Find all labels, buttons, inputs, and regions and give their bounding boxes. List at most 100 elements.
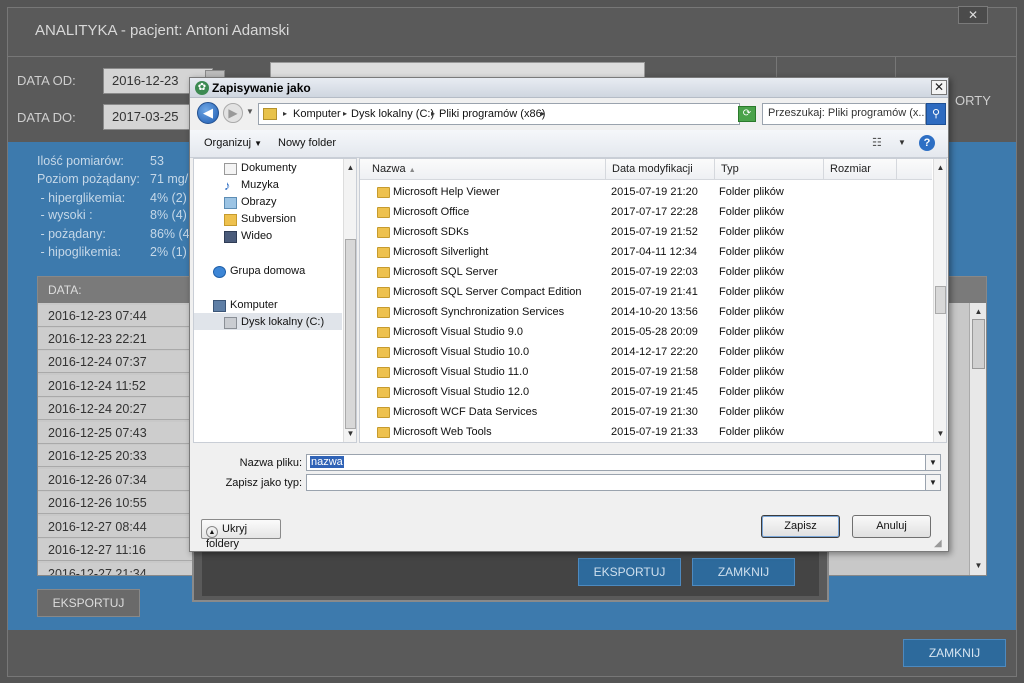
file-date: 2014-12-17 22:20 — [611, 346, 698, 358]
folder-icon — [377, 187, 390, 198]
new-folder-button[interactable]: Nowy folder — [278, 137, 336, 149]
export-button[interactable]: EKSPORTUJ — [37, 589, 140, 617]
navigation-pane: Dokumenty ♪ Muzyka Obrazy Subversion Wid… — [193, 158, 357, 443]
forward-arrow-icon[interactable]: ▶ — [223, 103, 243, 123]
scroll-up-icon[interactable]: ▲ — [972, 305, 985, 318]
file-type: Folder plików — [719, 226, 784, 238]
chevron-right-icon[interactable]: ▸ — [283, 109, 287, 118]
filetype-select[interactable] — [306, 474, 941, 491]
nav-scrollbar[interactable]: ▲ ▼ — [343, 159, 356, 442]
app-close-button[interactable]: ✕ — [958, 6, 988, 24]
scroll-down-icon[interactable]: ▼ — [934, 427, 946, 440]
search-input[interactable]: Przeszukaj: Pliki programów (x... — [762, 103, 926, 125]
table-row[interactable]: 2016-12-24 11:52 — [38, 375, 193, 397]
column-size[interactable]: Rozmiar — [824, 159, 897, 180]
table-row[interactable]: 2016-12-27 08:44 — [38, 516, 193, 538]
dialog-titlebar[interactable]: ✿ Zapisywanie jako ✕ — [190, 78, 948, 98]
chevron-down-icon[interactable]: ▼ — [925, 474, 941, 491]
chevron-right-icon[interactable]: ▸ — [541, 109, 545, 118]
file-date: 2015-07-19 21:33 — [611, 426, 698, 438]
table-row[interactable]: 2016-12-26 07:34 — [38, 469, 193, 491]
folder-icon — [377, 327, 390, 338]
chevron-right-icon[interactable]: ▸ — [343, 109, 347, 118]
recent-locations-chevron-icon[interactable]: ▼ — [246, 107, 254, 116]
breadcrumb-item[interactable]: Pliki programów (x86) — [439, 108, 545, 120]
chevron-down-icon: ▼ — [254, 139, 263, 148]
homegroup-icon — [213, 266, 226, 278]
column-name[interactable]: Nazwa ▲ — [360, 159, 606, 180]
file-row[interactable]: Microsoft SQL Server 2015-07-19 22:03 Fold… — [360, 263, 932, 283]
scroll-down-icon[interactable]: ▼ — [344, 427, 356, 440]
table-scrollbar[interactable]: ▲ ▼ — [969, 303, 986, 575]
chevron-down-icon[interactable]: ▼ — [925, 454, 941, 471]
view-options-icon[interactable]: ☷ — [872, 136, 888, 150]
help-icon[interactable]: ? — [919, 135, 935, 151]
file-row[interactable]: Microsoft SQL Server Compact Edition 2015… — [360, 283, 932, 303]
table-row[interactable]: 2016-12-25 20:33 — [38, 445, 193, 467]
organize-button[interactable]: Organizuj ▼ — [204, 137, 262, 149]
file-name: Microsoft Silverlight — [393, 246, 489, 258]
column-date[interactable]: Data modyfikacji — [606, 159, 715, 180]
filename-field[interactable]: nazwa — [306, 454, 941, 471]
table-row[interactable]: 2016-12-27 11:16 — [38, 539, 193, 561]
file-type: Folder plików — [719, 286, 784, 298]
file-row[interactable]: Microsoft SDKs 2015-07-19 21:52 Folder pli… — [360, 223, 932, 243]
file-name: Microsoft Office — [393, 206, 470, 218]
search-icon[interactable]: ⚲ — [926, 103, 946, 125]
file-date: 2017-04-11 12:34 — [611, 246, 698, 258]
address-bar[interactable]: ▸ Komputer ▸ Dysk lokalny (C:) ▸ Pliki p… — [258, 103, 798, 125]
date-to-label: DATA DO: — [17, 110, 76, 125]
file-row[interactable]: Microsoft WCF Data Services 2015-07-19 21… — [360, 403, 932, 423]
table-row[interactable]: 2016-12-24 07:37 — [38, 351, 193, 373]
save-button[interactable]: Zapisz — [761, 515, 840, 538]
scroll-thumb[interactable] — [345, 239, 356, 429]
organize-label: Organizuj — [204, 137, 252, 149]
scroll-thumb[interactable] — [935, 286, 946, 314]
table-row[interactable]: 2016-12-26 10:55 — [38, 492, 193, 514]
stat-value: 8% (4) — [150, 208, 187, 222]
file-row[interactable]: Microsoft Office 2017-07-17 22:28 Folder p… — [360, 203, 932, 223]
table-row[interactable]: 2016-12-23 22:21 — [38, 328, 193, 350]
file-row[interactable]: Microsoft Visual Studio 12.0 2015-07-19 2… — [360, 383, 932, 403]
filename-value: nazwa — [310, 456, 344, 468]
file-name: Microsoft Visual Studio 12.0 — [393, 386, 530, 398]
export-dialog-export-button[interactable]: EKSPORTUJ — [578, 558, 681, 586]
table-row[interactable]: 2016-12-27 21:34 — [38, 563, 193, 575]
chevron-down-icon[interactable]: ▼ — [898, 138, 906, 147]
file-row[interactable]: Microsoft Web Tools 2015-07-19 21:33 Folde… — [360, 423, 932, 442]
file-row[interactable]: Microsoft Synchronization Services 2014-1… — [360, 303, 932, 323]
resize-grip-icon[interactable]: ◢ — [934, 538, 942, 549]
file-scrollbar[interactable]: ▲ ▼ — [933, 159, 946, 442]
file-type: Folder plików — [719, 406, 784, 418]
divider — [8, 56, 1016, 57]
file-row[interactable]: Microsoft Visual Studio 10.0 2014-12-17 2… — [360, 343, 932, 363]
table-row[interactable]: 2016-12-25 07:43 — [38, 422, 193, 444]
file-name: Microsoft Web Tools — [393, 426, 492, 438]
scroll-thumb[interactable] — [972, 319, 985, 369]
column-type[interactable]: Typ — [715, 159, 824, 180]
date-from-label: DATA OD: — [17, 73, 76, 88]
table-row[interactable]: 2016-12-24 20:27 — [38, 398, 193, 420]
cancel-button[interactable]: Anuluj — [852, 515, 931, 538]
hide-folders-button[interactable]: ▲ Ukryj foldery — [201, 519, 281, 550]
file-row[interactable]: Microsoft Help Viewer 2015-07-19 21:20 Fol… — [360, 183, 932, 203]
scroll-up-icon[interactable]: ▲ — [344, 161, 356, 174]
breadcrumb-item[interactable]: Komputer — [293, 108, 341, 120]
chevron-right-icon[interactable]: ▸ — [431, 109, 435, 118]
file-row[interactable]: Microsoft Visual Studio 9.0 2015-05-28 20… — [360, 323, 932, 343]
scroll-down-icon[interactable]: ▼ — [972, 559, 985, 572]
close-button[interactable]: ZAMKNIJ — [903, 639, 1006, 667]
breadcrumb-item[interactable]: Dysk lokalny (C:) — [351, 108, 434, 120]
scroll-up-icon[interactable]: ▲ — [934, 161, 946, 174]
stat-label: - hipoglikemia: — [37, 245, 122, 259]
refresh-icon[interactable]: ⟳ — [738, 106, 756, 122]
dialog-title: Zapisywanie jako — [212, 81, 311, 95]
table-row[interactable]: 2016-12-23 07:44 — [38, 305, 193, 327]
back-arrow-icon[interactable]: ◀ — [197, 102, 219, 124]
dialog-close-button[interactable]: ✕ — [931, 80, 947, 95]
file-row[interactable]: Microsoft Visual Studio 11.0 2015-07-19 2… — [360, 363, 932, 383]
documents-icon — [224, 163, 237, 175]
file-row[interactable]: Microsoft Silverlight 2017-04-11 12:34 Fol… — [360, 243, 932, 263]
export-dialog-close-button[interactable]: ZAMKNIJ — [692, 558, 795, 586]
file-type: Folder plików — [719, 186, 784, 198]
